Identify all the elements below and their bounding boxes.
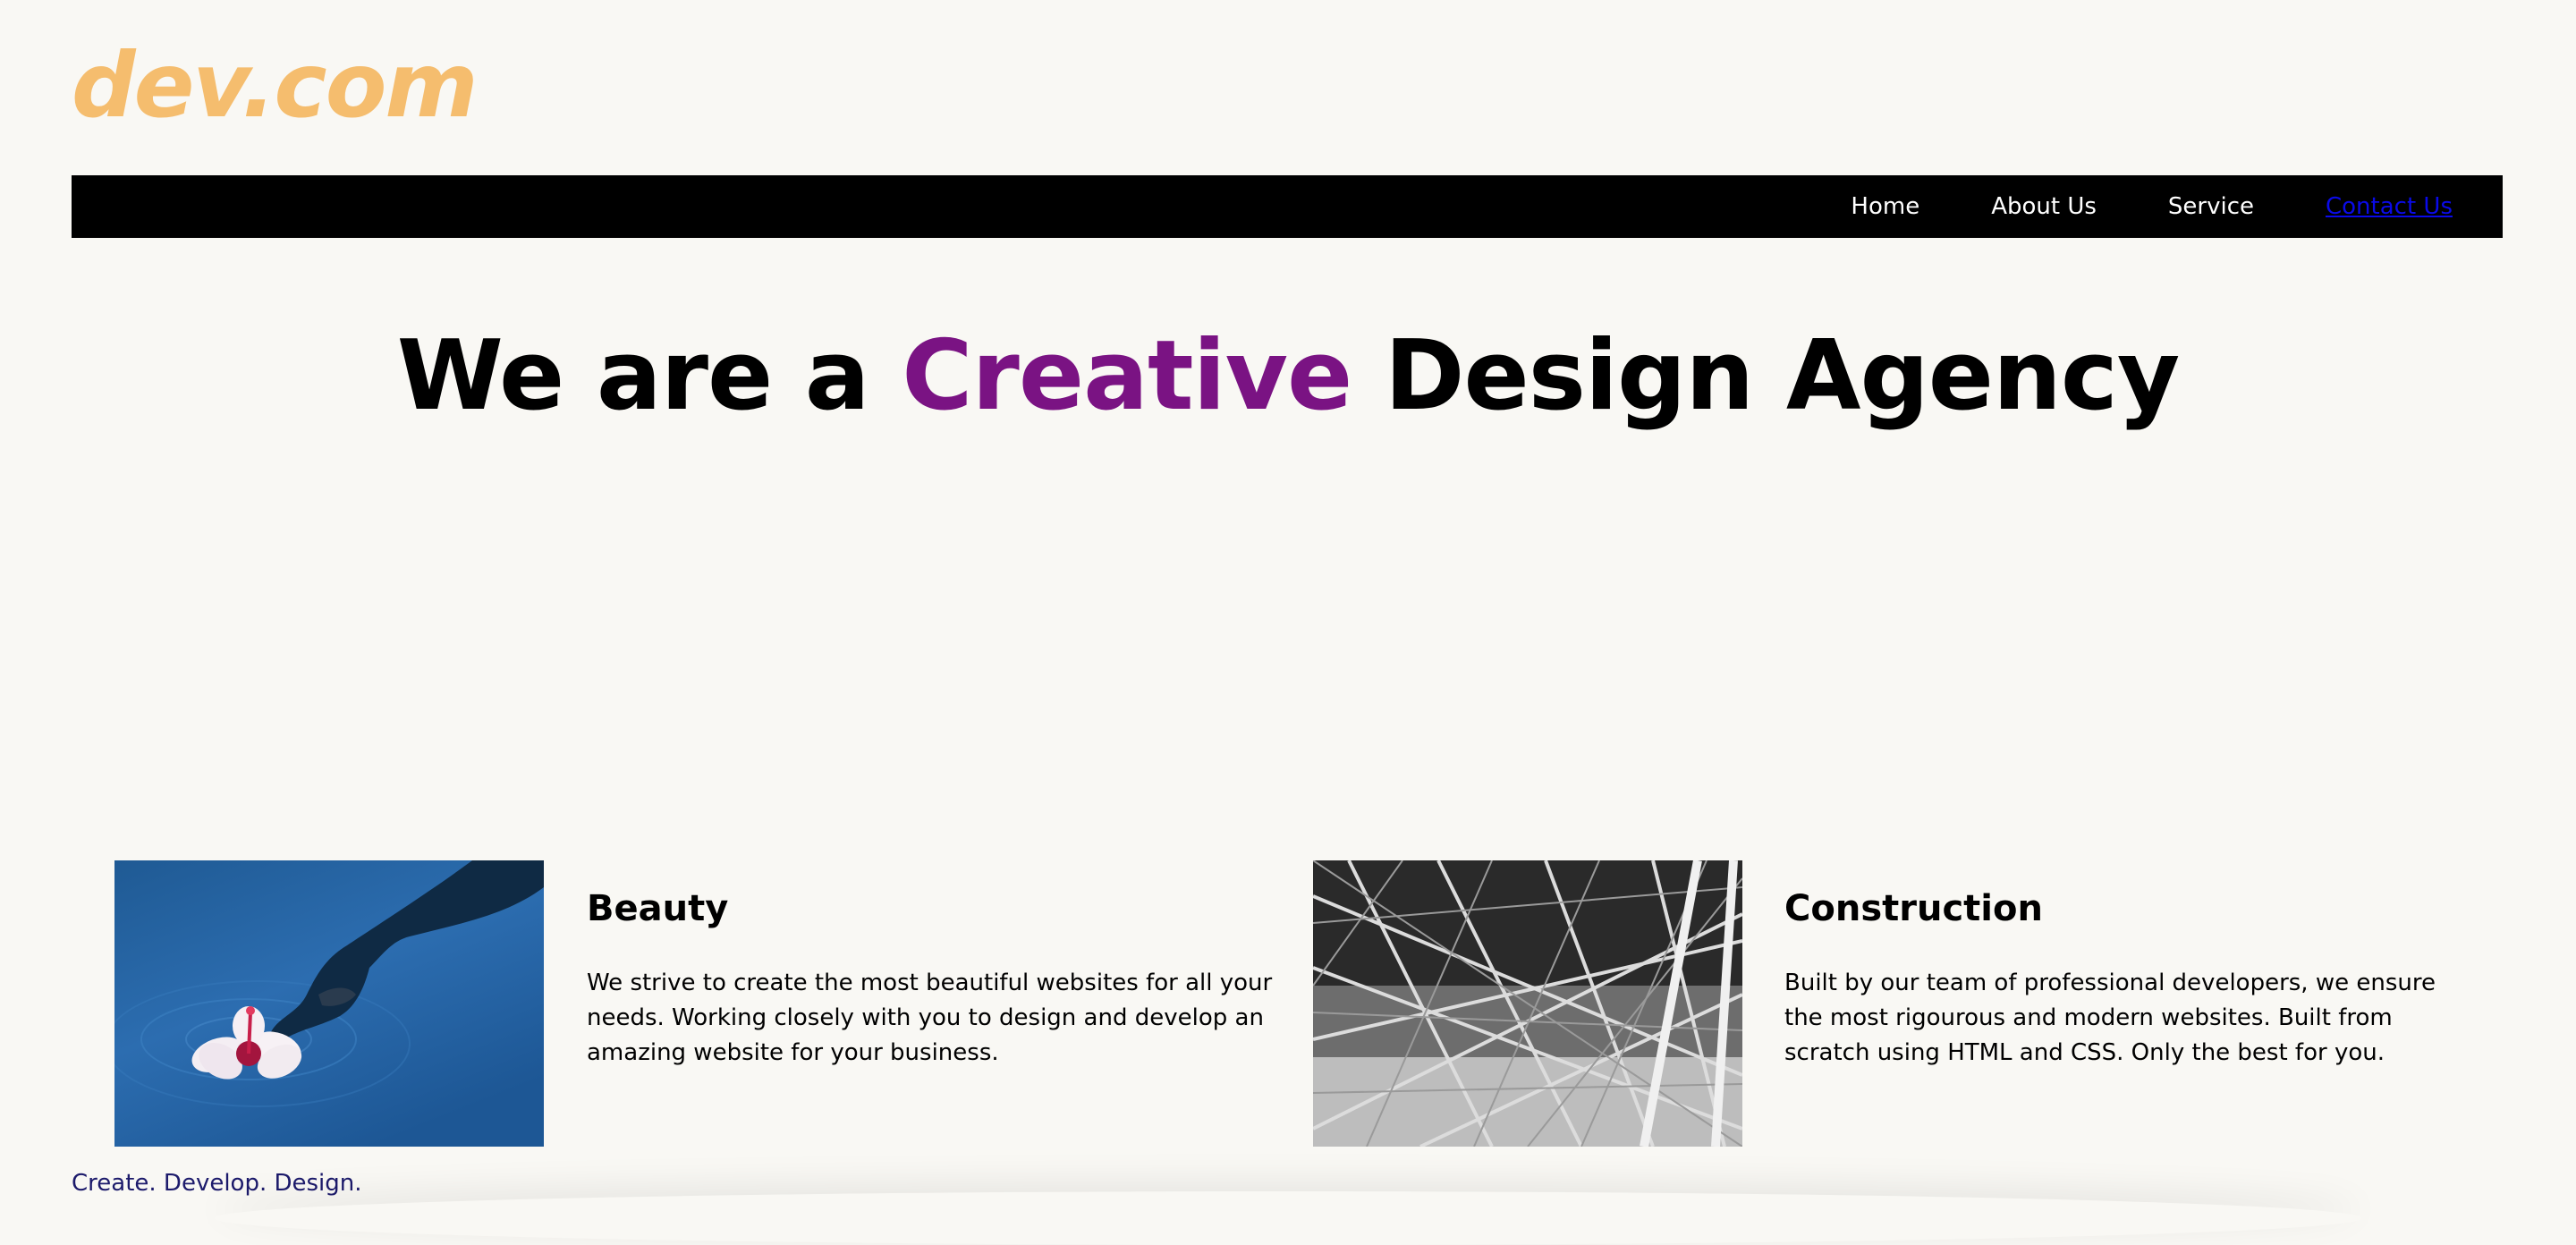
nav-link-contact-us[interactable]: Contact Us (2326, 193, 2453, 220)
feature-title-beauty: Beauty (587, 888, 729, 929)
hero-heading: We are a Creative Design Agency (0, 318, 2576, 435)
bottom-shadow (215, 1191, 2361, 1245)
nav-item-about-us: About Us (1991, 193, 2097, 220)
nav-link-home[interactable]: Home (1851, 193, 1919, 220)
feature-text-beauty: We strive to create the most beautiful w… (587, 970, 1273, 1066)
hero-text-before: We are a (396, 320, 870, 432)
feature-text-construction: Built by our team of professional develo… (1784, 970, 2436, 1066)
nav-item-home: Home (1851, 193, 1919, 220)
footer-tagline: Create. Develop. Design. (72, 1170, 362, 1197)
nav-link-about-us[interactable]: About Us (1991, 193, 2097, 220)
nav-item-service: Service (2168, 193, 2254, 220)
feature-title-construction: Construction (1784, 888, 2043, 929)
construction-image (1313, 860, 1742, 1147)
hero-text-after: Design Agency (1384, 320, 2180, 432)
nav-list: Home About Us Service Contact Us (1851, 175, 2453, 238)
hero-highlight: Creative (902, 320, 1352, 432)
nav-item-contact-us: Contact Us (2326, 193, 2453, 220)
main-nav: Home About Us Service Contact Us (72, 175, 2503, 238)
logo: dev.com (72, 33, 479, 138)
nav-link-service[interactable]: Service (2168, 193, 2254, 220)
beauty-image (114, 860, 544, 1147)
